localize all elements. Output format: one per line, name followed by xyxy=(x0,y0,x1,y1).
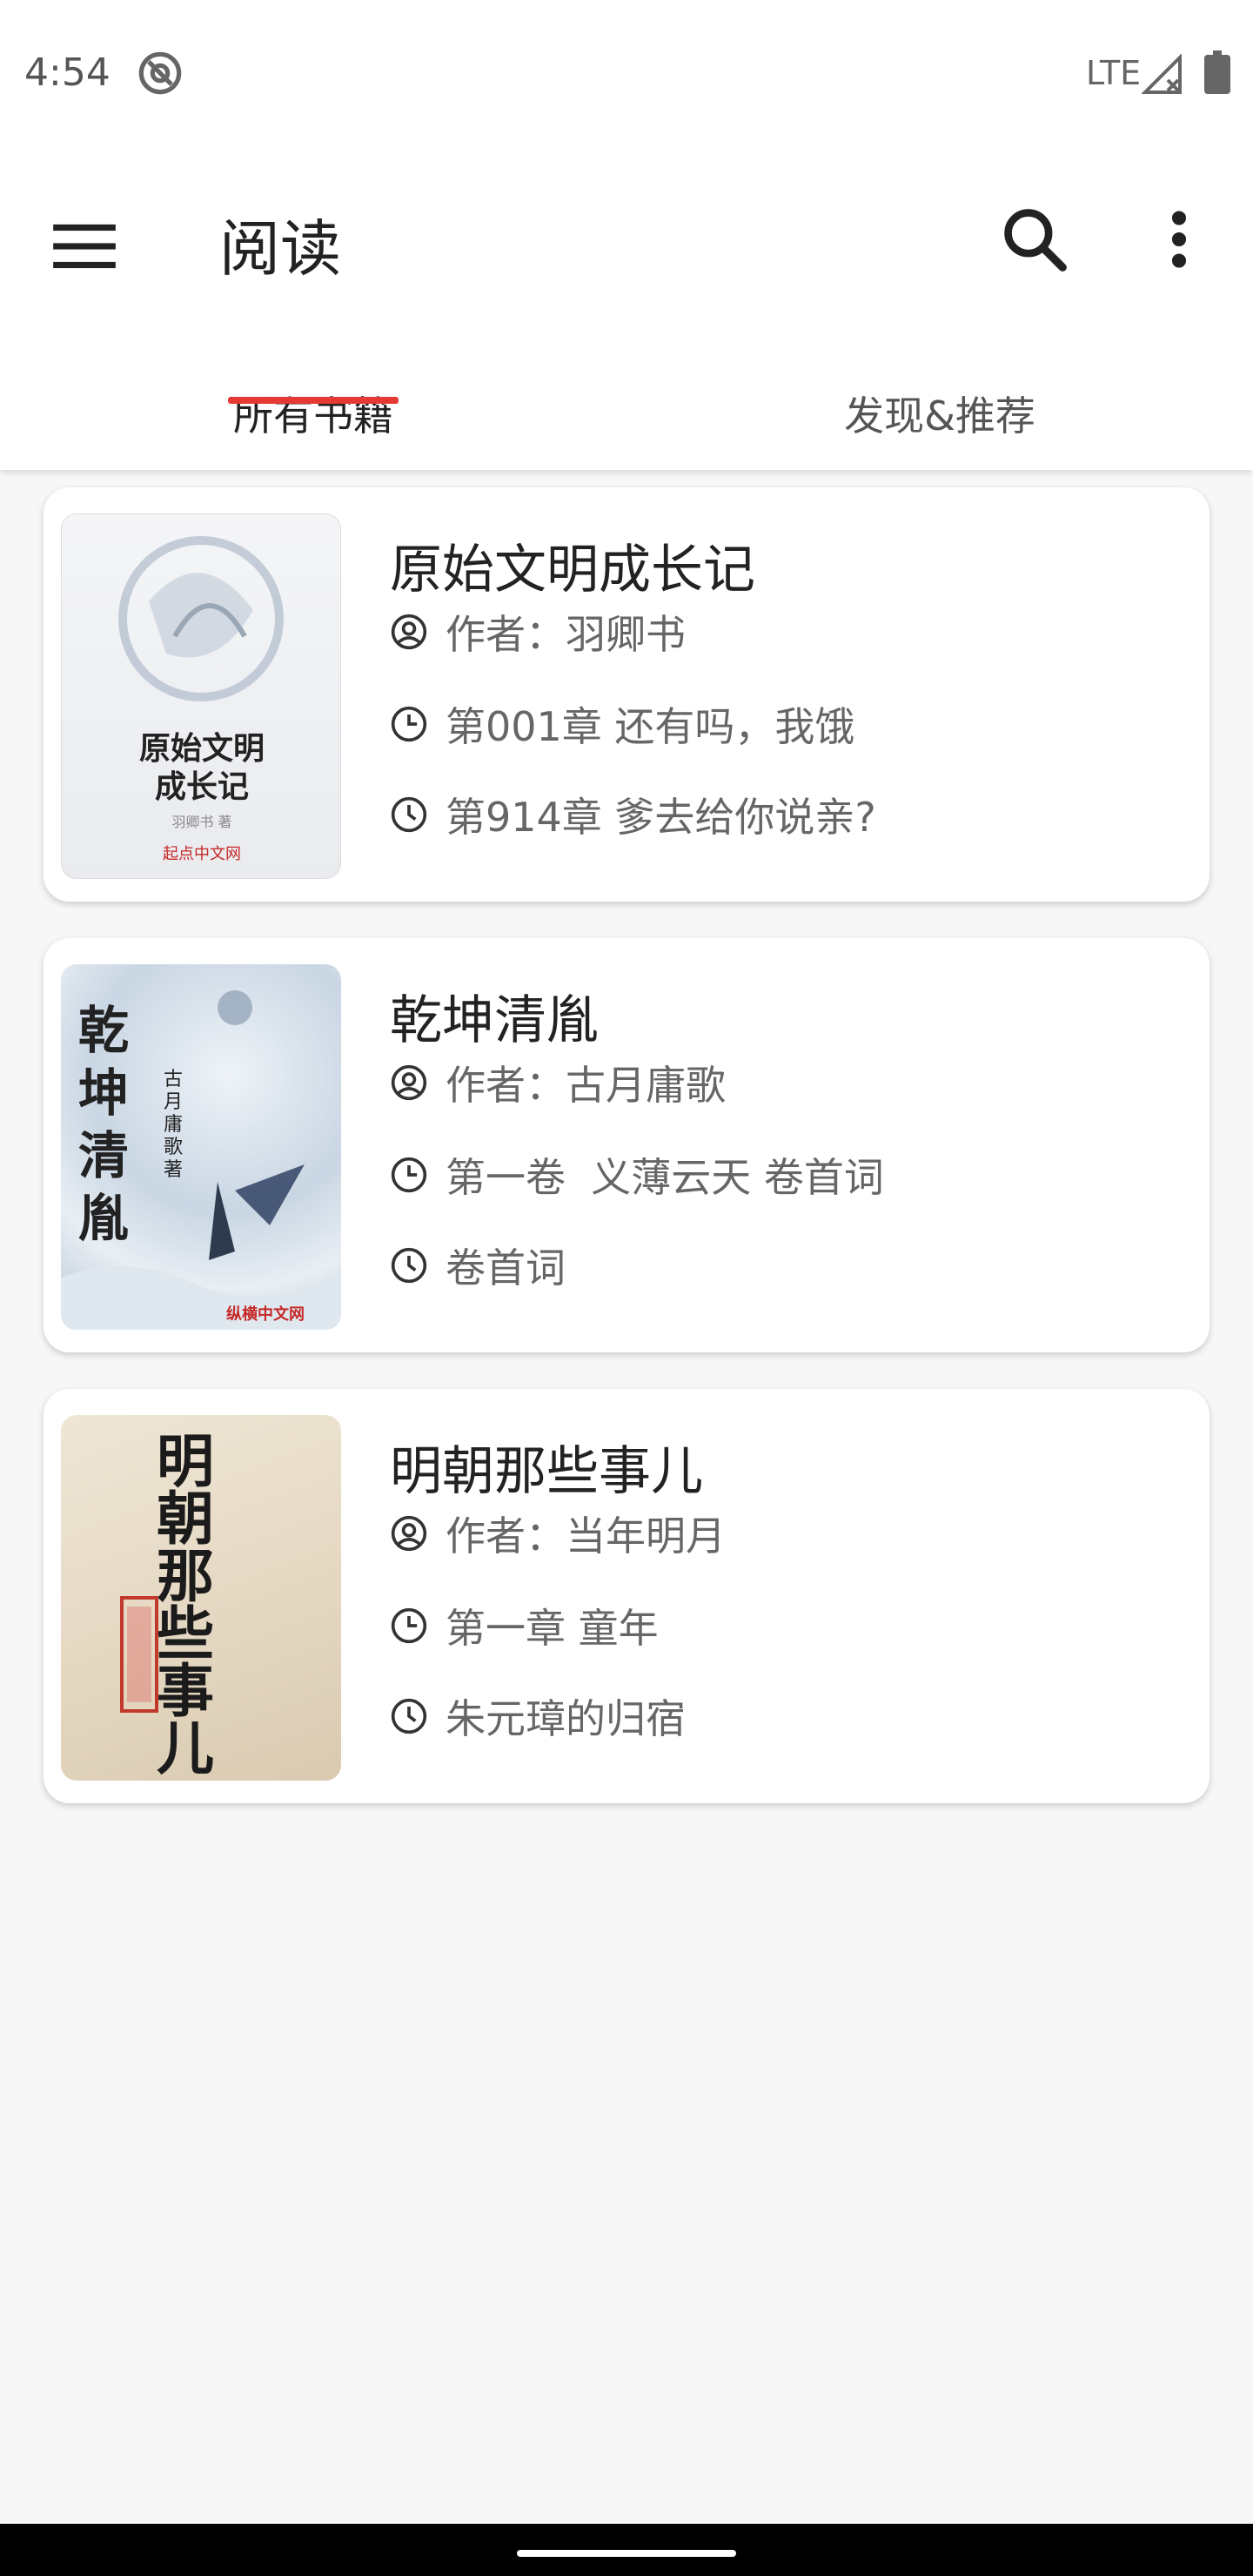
cover-sub-text: 成长记 xyxy=(154,768,249,805)
cover-author-text: 羽卿书 著 xyxy=(171,814,232,830)
battery-icon xyxy=(1204,50,1230,94)
clock-icon xyxy=(391,1698,427,1734)
seal-stamp xyxy=(120,1596,158,1713)
tab-all-books[interactable]: 所有书籍 xyxy=(165,357,461,470)
latest-chapter-row: 卷首词 xyxy=(390,1238,566,1293)
app-bar: 阅读 所有书籍 发现&推荐 xyxy=(0,148,1253,470)
network-label: LTE xyxy=(1086,54,1142,92)
author-text: 作者：当年明月 xyxy=(446,1513,726,1560)
author-row: 作者：古月庸歌 xyxy=(390,1055,726,1110)
book-title: 原始文明成长记 xyxy=(390,540,755,600)
person-icon xyxy=(391,1515,427,1552)
tab-bar: 所有书籍 发现&推荐 xyxy=(0,357,1253,470)
cover-main-text: 乾坤清胤 xyxy=(78,1001,130,1248)
home-gesture-handle[interactable] xyxy=(517,2550,736,2557)
read-chapter-text: 第一章 童年 xyxy=(446,1605,659,1652)
at-icon xyxy=(138,51,182,95)
latest-chapter-text: 卷首词 xyxy=(446,1244,566,1291)
read-chapter-text: 第001章 还有吗，我饿 xyxy=(446,703,855,750)
tab-discover[interactable]: 发现&推荐 xyxy=(783,357,1096,470)
latest-chapter-row: 第914章 爹去给你说亲? xyxy=(390,787,876,842)
cover-author-text: 古月庸歌 著 xyxy=(164,1069,184,1181)
read-chapter-row: 第001章 还有吗，我饿 xyxy=(390,696,854,752)
clock-icon xyxy=(391,706,427,742)
book-cover: 明朝那些事儿 xyxy=(61,1415,341,1781)
search-icon[interactable] xyxy=(997,202,1072,277)
latest-chapter-text: 朱元璋的归宿 xyxy=(446,1695,686,1742)
read-chapter-row: 第一卷 义薄云天 卷首词 xyxy=(390,1147,884,1203)
book-card-3[interactable]: 明朝那些事儿 明朝那些事儿 作者：当年明月 第一章 童年 朱元璋的归宿 xyxy=(44,1389,1209,1803)
more-vert-icon[interactable] xyxy=(1149,202,1209,277)
cover-publisher-text: 纵横中文网 xyxy=(226,1305,305,1324)
book-title: 乾坤清胤 xyxy=(390,990,599,1051)
latest-chapter-text: 第914章 爹去给你说亲? xyxy=(446,794,876,841)
cover-illustration xyxy=(118,536,284,701)
person-icon xyxy=(391,614,427,650)
clock-icon xyxy=(391,796,427,833)
book-card-1[interactable]: 原始文明 成长记 羽卿书 著 起点中文网 原始文明成长记 作者：羽卿书 第001… xyxy=(44,487,1209,902)
clock-icon xyxy=(391,1157,427,1193)
person-icon xyxy=(391,1064,427,1101)
clock-icon xyxy=(391,1607,427,1644)
book-cover: 原始文明 成长记 羽卿书 著 起点中文网 xyxy=(61,513,341,879)
author-text: 作者：羽卿书 xyxy=(446,611,686,658)
book-title: 明朝那些事儿 xyxy=(390,1441,703,1502)
latest-chapter-row: 朱元璋的归宿 xyxy=(390,1688,686,1744)
cover-main-text: 明朝那些事儿 xyxy=(157,1427,214,1781)
author-row: 作者：羽卿书 xyxy=(390,604,686,660)
clock-icon xyxy=(391,1247,427,1284)
page-title: 阅读 xyxy=(219,213,341,285)
book-card-2[interactable]: 乾坤清胤 古月庸歌 著 纵横中文网 乾坤清胤 作者：古月庸歌 第一卷 义薄云天 … xyxy=(44,938,1209,1352)
read-chapter-text: 第一卷 义薄云天 卷首词 xyxy=(446,1154,884,1201)
read-chapter-row: 第一章 童年 xyxy=(390,1598,659,1654)
status-time: 4:54 xyxy=(24,50,111,95)
tab-indicator xyxy=(228,397,399,404)
signal-icon xyxy=(1142,54,1182,94)
cover-publisher-text: 起点中文网 xyxy=(163,845,241,863)
status-bar: 4:54 LTE xyxy=(0,0,1253,148)
book-cover: 乾坤清胤 古月庸歌 著 纵横中文网 xyxy=(61,964,341,1330)
menu-icon[interactable] xyxy=(47,209,122,284)
author-text: 作者：古月庸歌 xyxy=(446,1062,726,1109)
author-row: 作者：当年明月 xyxy=(390,1506,726,1561)
